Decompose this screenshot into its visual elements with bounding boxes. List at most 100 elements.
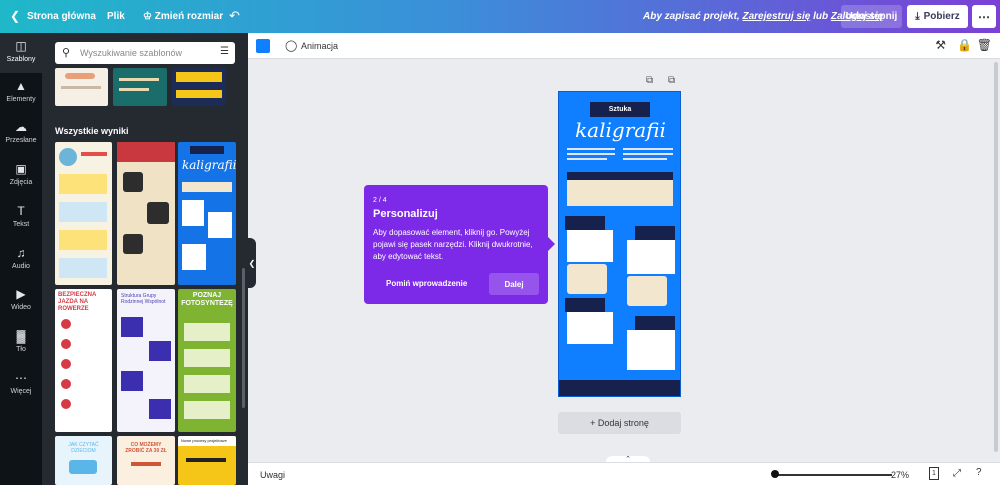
- design-title-script[interactable]: kaligrafii: [567, 118, 674, 142]
- rail-item-photos[interactable]: ▣ Zdjęcia: [0, 156, 42, 196]
- design-text-card[interactable]: [567, 312, 613, 344]
- rail-label: Elementy: [6, 96, 36, 103]
- zoom-slider[interactable]: [772, 474, 892, 476]
- register-link[interactable]: Zarejestruj się: [742, 11, 810, 22]
- add-page-button[interactable]: + Dodaj stronę: [558, 412, 681, 434]
- onboarding-tooltip: 2 / 4 Personalizuj Aby dopasować element…: [364, 185, 555, 304]
- fullscreen-icon[interactable]: ⤢: [953, 468, 961, 479]
- design-label[interactable]: [565, 216, 605, 230]
- tooltip-body: Aby dopasować element, kliknij go. Powyż…: [373, 228, 533, 261]
- next-button[interactable]: Dalej: [489, 273, 539, 295]
- template-thumbnail[interactable]: [55, 68, 108, 106]
- rail-item-text[interactable]: T Tekst: [0, 198, 42, 238]
- download-button[interactable]: ⤓ Pobierz: [907, 5, 968, 28]
- resize-button[interactable]: ♔ Zmień rozmiar: [143, 11, 223, 22]
- help-icon[interactable]: ?: [976, 467, 982, 478]
- design-header-bar[interactable]: [567, 172, 673, 180]
- design-label[interactable]: [565, 298, 605, 312]
- design-page[interactable]: Sztuka kaligrafii: [558, 91, 681, 397]
- design-beige-block[interactable]: [567, 180, 673, 206]
- animation-button[interactable]: Animacja: [301, 41, 338, 51]
- rail-item-templates[interactable]: ◫ Szablony: [0, 33, 42, 73]
- design-image[interactable]: [627, 276, 667, 306]
- color-swatch[interactable]: [256, 39, 270, 53]
- text-line[interactable]: [623, 158, 667, 160]
- download-icon: ⤓: [915, 11, 920, 22]
- file-menu[interactable]: Plik: [107, 11, 125, 22]
- template-title: CO MOŻEMY ZROBIĆ ZA 30 ZŁ: [125, 442, 167, 454]
- template-title: JAK CZYTAĆ DZIECIOM: [68, 442, 99, 454]
- step-indicator: 2 / 4: [373, 197, 387, 204]
- design-title-box[interactable]: Sztuka: [590, 102, 650, 117]
- rail-item-uploads[interactable]: ☁ Przesłane: [0, 114, 42, 154]
- notes-button[interactable]: Uwagi: [260, 470, 285, 480]
- more-options-button[interactable]: ⋯: [972, 5, 996, 28]
- text-line[interactable]: [567, 158, 607, 160]
- section-title: Wszystkie wyniki: [55, 126, 129, 136]
- video-icon: ▶: [16, 287, 26, 301]
- duplicate-page-icon[interactable]: ⧉: [646, 75, 653, 86]
- template-thumbnail[interactable]: [172, 68, 226, 106]
- collapse-panel-button[interactable]: ❮: [248, 238, 256, 288]
- template-title: BEZPIECZNA JAZDA NA ROWERZE: [58, 292, 97, 312]
- template-thumbnail[interactable]: BEZPIECZNA JAZDA NA ROWERZE: [55, 289, 112, 432]
- chevron-left-icon[interactable]: ❮: [8, 9, 22, 23]
- template-thumbnail[interactable]: kaligrafii: [178, 142, 236, 285]
- template-thumbnail[interactable]: [113, 68, 167, 106]
- chevron-left-icon: ❮: [248, 258, 256, 268]
- filter-icon[interactable]: ☰: [220, 46, 229, 57]
- trash-icon[interactable]: 🗑: [977, 38, 992, 52]
- rail-item-elements[interactable]: ▲ Elementy: [0, 73, 42, 113]
- add-page-icon[interactable]: ⧉: [668, 75, 675, 86]
- crown-icon: ♔: [143, 11, 155, 22]
- design-text-card[interactable]: [627, 240, 675, 274]
- template-thumbnail[interactable]: Nowe procesy projektowe: [178, 436, 236, 485]
- or-text: lub: [813, 11, 829, 22]
- design-label[interactable]: [635, 316, 675, 330]
- template-thumbnail[interactable]: CO MOŻEMY ZROBIĆ ZA 30 ZŁ: [117, 436, 175, 485]
- rail-item-audio[interactable]: ♫ Audio: [0, 240, 42, 280]
- rail-label: Wideo: [11, 304, 31, 311]
- templates-icon: ◫: [15, 39, 27, 53]
- zoom-level[interactable]: 27%: [891, 470, 909, 480]
- search-input[interactable]: ⚲ Wyszukiwanie szablonów ☰: [55, 42, 235, 64]
- template-thumbnail[interactable]: [55, 142, 112, 285]
- rail-item-more[interactable]: ⋯ Więcej: [0, 365, 42, 405]
- background-icon: ▓: [16, 329, 26, 343]
- template-thumbnail[interactable]: JAK CZYTAĆ DZIECIOM: [55, 436, 112, 485]
- search-icon: ⚲: [62, 47, 71, 59]
- rail-item-background[interactable]: ▓ Tło: [0, 323, 42, 363]
- text-line[interactable]: [623, 148, 673, 150]
- design-image[interactable]: [567, 264, 607, 294]
- lock-icon[interactable]: 🔒: [957, 38, 972, 52]
- panel-scrollbar[interactable]: [242, 268, 245, 408]
- template-title: Nowe procesy projektowe: [181, 438, 227, 443]
- top-bar: ❮ Strona główna Plik ♔ Zmień rozmiar ↶ A…: [0, 0, 1000, 33]
- template-title: POZNAJ FOTOSYNTEZĘ: [181, 292, 233, 307]
- text-line[interactable]: [567, 153, 615, 155]
- design-text-card[interactable]: [627, 330, 675, 370]
- undo-icon[interactable]: ↶: [229, 8, 240, 24]
- template-title: Struktura Grupy Rodzinnej Wspólnot: [121, 293, 166, 305]
- save-prefix: Aby zapisać projekt,: [643, 11, 740, 22]
- audio-icon: ♫: [16, 246, 26, 260]
- text-line[interactable]: [623, 153, 673, 155]
- skip-intro-button[interactable]: Pomiń wprowadzenie: [386, 279, 467, 288]
- zoom-slider-handle[interactable]: [771, 470, 779, 478]
- template-thumbnail[interactable]: [117, 142, 175, 285]
- share-button[interactable]: Udostępnij: [841, 5, 902, 28]
- text-icon: T: [17, 204, 25, 218]
- page-count-icon[interactable]: 1: [929, 467, 939, 480]
- design-footer[interactable]: [559, 380, 680, 396]
- design-text-card[interactable]: [567, 230, 613, 262]
- rail-item-video[interactable]: ▶ Wideo: [0, 281, 42, 321]
- home-link[interactable]: Strona główna: [27, 11, 96, 22]
- paint-roller-icon[interactable]: ⚒: [935, 38, 946, 52]
- template-thumbnail[interactable]: Struktura Grupy Rodzinnej Wspólnot: [117, 289, 175, 432]
- template-thumbnail[interactable]: POZNAJ FOTOSYNTEZĘ: [178, 289, 236, 432]
- design-label[interactable]: [635, 226, 675, 240]
- text-line[interactable]: [567, 148, 615, 150]
- editor-toolbar: ◯ Animacja ⚒ 🔒 🗑: [248, 33, 1000, 59]
- rail-label: Audio: [12, 263, 30, 270]
- canvas-scrollbar[interactable]: [994, 62, 998, 452]
